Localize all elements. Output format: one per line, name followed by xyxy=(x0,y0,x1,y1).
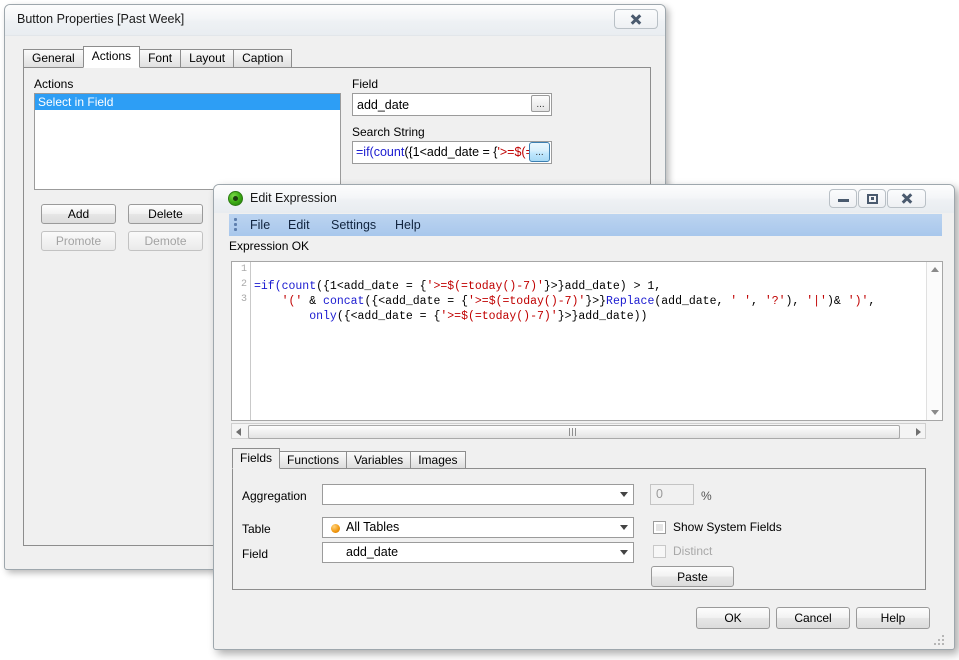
tab-fields[interactable]: Fields xyxy=(232,448,280,469)
tab-images[interactable]: Images xyxy=(410,451,465,469)
horizontal-scroll-thumb[interactable] xyxy=(248,425,900,439)
table-value: All Tables xyxy=(346,520,399,534)
qlikview-q-icon xyxy=(228,191,243,206)
editor-vertical-scrollbar[interactable] xyxy=(926,262,942,420)
properties-close-button[interactable] xyxy=(614,9,658,29)
line-number: 1 xyxy=(232,262,250,277)
search-string-input[interactable]: =if(count({1<add_date = {'>=$(=to xyxy=(352,141,552,164)
promote-button: Promote xyxy=(41,231,116,251)
paste-button[interactable]: Paste xyxy=(651,566,734,587)
list-item[interactable]: Select in Field xyxy=(35,94,340,110)
scroll-right-icon[interactable] xyxy=(916,428,921,436)
percent-symbol: % xyxy=(701,489,712,503)
expression-status-text: Expression OK xyxy=(229,239,309,253)
menu-file[interactable]: File xyxy=(246,217,274,233)
aggregation-label: Aggregation xyxy=(242,489,307,503)
tab-caption[interactable]: Caption xyxy=(233,49,292,68)
expression-title-bar[interactable]: Edit Expression xyxy=(214,185,954,213)
show-system-fields-label: Show System Fields xyxy=(673,520,782,534)
search-string-part-1: =if( xyxy=(356,145,374,159)
editor-horizontal-scrollbar[interactable] xyxy=(231,423,926,439)
tab-variables[interactable]: Variables xyxy=(346,451,411,469)
expression-minimize-button[interactable] xyxy=(829,189,857,208)
properties-title-bar[interactable]: Button Properties [Past Week] xyxy=(5,5,665,36)
scroll-up-icon[interactable] xyxy=(931,267,939,272)
scroll-left-icon[interactable] xyxy=(236,428,241,436)
search-string-browse-button[interactable]: ... xyxy=(529,142,550,162)
table-indicator-icon xyxy=(331,524,340,533)
close-icon xyxy=(630,14,642,25)
menu-edit[interactable]: Edit xyxy=(284,217,314,233)
restore-icon xyxy=(867,194,878,204)
tab-general[interactable]: General xyxy=(23,49,84,68)
editor-line-number-gutter: 1 2 3 xyxy=(232,262,251,420)
expression-close-button[interactable] xyxy=(887,189,926,208)
add-button[interactable]: Add xyxy=(41,204,116,224)
table-dropdown[interactable]: All Tables xyxy=(322,517,634,538)
properties-window-title: Button Properties [Past Week] xyxy=(17,12,184,26)
actions-list-label: Actions xyxy=(34,77,73,91)
scroll-down-icon[interactable] xyxy=(931,410,939,415)
show-system-fields-checkbox[interactable] xyxy=(653,521,666,534)
demote-button: Demote xyxy=(128,231,203,251)
tab-font[interactable]: Font xyxy=(139,49,181,68)
line-number: 2 xyxy=(232,277,250,292)
close-icon xyxy=(901,193,913,204)
expression-menu-bar: File Edit Settings Help xyxy=(229,214,942,236)
ok-button[interactable]: OK xyxy=(696,607,770,629)
field-row-label: Field xyxy=(242,547,268,561)
field-row-value: add_date xyxy=(346,545,398,559)
search-string-label: Search String xyxy=(352,125,425,139)
menu-help[interactable]: Help xyxy=(391,217,425,233)
expression-restore-button[interactable] xyxy=(858,189,886,208)
search-string-part-3: ({1<add_date = { xyxy=(404,145,497,159)
field-input[interactable]: add_date xyxy=(352,93,552,116)
expression-code-text[interactable]: =if(count({1<add_date = {'>=$(=today()-7… xyxy=(254,264,940,324)
properties-tab-strip: General Actions Font Layout Caption xyxy=(23,49,291,68)
chevron-down-icon[interactable] xyxy=(615,544,632,561)
resize-grip-icon[interactable] xyxy=(934,635,946,647)
minimize-icon xyxy=(838,196,849,202)
tab-actions[interactable]: Actions xyxy=(83,46,140,68)
code-line-2: '(' & concat({<add_date = {'>=$(=today()… xyxy=(254,295,875,308)
field-browse-button[interactable]: ... xyxy=(531,95,550,112)
fields-panel: Aggregation 0 % Table All Tables Field a… xyxy=(232,468,926,590)
chevron-down-icon[interactable] xyxy=(615,486,632,503)
code-line-1: =if(count({1<add_date = {'>=$(=today()-7… xyxy=(254,280,661,293)
delete-button[interactable]: Delete xyxy=(128,204,203,224)
scroll-thumb-grip-icon xyxy=(569,428,579,436)
field-dropdown[interactable]: add_date xyxy=(322,542,634,563)
aggregation-dropdown[interactable] xyxy=(322,484,634,505)
cancel-button[interactable]: Cancel xyxy=(776,607,850,629)
expression-window-title: Edit Expression xyxy=(250,191,337,205)
expression-editor[interactable]: 1 2 3 =if(count({1<add_date = {'>=$(=tod… xyxy=(231,261,943,421)
line-number: 3 xyxy=(232,292,250,307)
distinct-checkbox xyxy=(653,545,666,558)
aggregation-percent-input: 0 xyxy=(650,484,694,505)
actions-list[interactable]: Select in Field xyxy=(34,93,341,190)
search-string-part-2: count xyxy=(374,145,405,159)
expression-bottom-tab-strip: Fields Functions Variables Images xyxy=(232,451,465,469)
menu-gripper-icon[interactable] xyxy=(234,218,237,232)
code-line-3: only({<add_date = {'>=$(=today()-7)'}>}a… xyxy=(254,310,647,323)
distinct-label: Distinct xyxy=(673,544,712,558)
table-label: Table xyxy=(242,522,271,536)
menu-settings[interactable]: Settings xyxy=(327,217,380,233)
tab-functions[interactable]: Functions xyxy=(279,451,347,469)
field-label: Field xyxy=(352,77,378,91)
chevron-down-icon[interactable] xyxy=(615,519,632,536)
help-button[interactable]: Help xyxy=(856,607,930,629)
tab-layout[interactable]: Layout xyxy=(180,49,234,68)
